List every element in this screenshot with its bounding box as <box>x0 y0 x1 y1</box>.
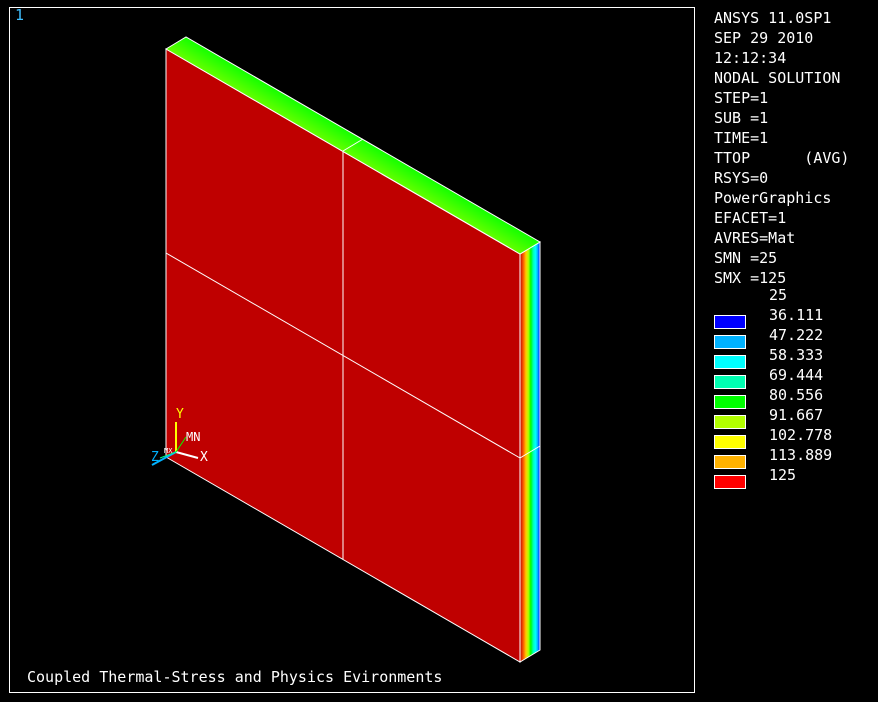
contour-legend: 25 36.111 47.222 58.333 69.444 80.556 91… <box>714 285 878 489</box>
triad-mn-label: MN <box>186 430 200 444</box>
legend-row: 69.444 <box>714 365 878 389</box>
info-efacet: EFACET=1 <box>714 209 787 227</box>
info-date: SEP 29 2010 <box>714 29 814 47</box>
legend-label: 102.778 <box>769 426 833 444</box>
info-item: TTOP (AVG) <box>714 149 850 167</box>
legend-label: 36.111 <box>769 306 824 324</box>
legend-label: 113.889 <box>769 446 833 464</box>
info-step: STEP=1 <box>714 89 769 107</box>
legend-row: 58.333 <box>714 345 878 369</box>
legend-label: 58.333 <box>769 346 824 364</box>
triad-mx-label: MX <box>164 447 173 455</box>
info-solution-type: NODAL SOLUTION <box>714 69 841 87</box>
legend-min-label: 25 <box>769 286 788 304</box>
legend-swatch <box>714 475 746 489</box>
legend-row: 47.222 <box>714 325 878 349</box>
info-panel: ANSYS 11.0SP1 SEP 29 2010 12:12:34 NODAL… <box>714 8 878 288</box>
legend-row: 91.667 <box>714 405 878 429</box>
info-avres: AVRES=Mat <box>714 229 796 247</box>
info-graphics-mode: PowerGraphics <box>714 189 832 207</box>
legend-row: 80.556 <box>714 385 878 409</box>
triad-z-label: Z <box>151 450 159 465</box>
legend-label: 69.444 <box>769 366 824 384</box>
legend-row: 36.111 <box>714 305 878 329</box>
legend-label: 125 <box>769 466 797 484</box>
legend-row: 113.889 <box>714 445 878 469</box>
info-time: 12:12:34 <box>714 49 787 67</box>
legend-label: 47.222 <box>769 326 824 344</box>
info-version: ANSYS 11.0SP1 <box>714 9 832 27</box>
legend-label: 80.556 <box>769 386 824 404</box>
triad-y-label: Y <box>176 407 184 422</box>
info-time-value: TIME=1 <box>714 129 769 147</box>
info-sub: SUB =1 <box>714 109 769 127</box>
legend-row: 102.778 <box>714 425 878 449</box>
plot-title: Coupled Thermal-Stress and Physics Eviro… <box>27 668 443 686</box>
triad-x-label: X <box>200 450 208 465</box>
info-smn: SMN =25 <box>714 249 778 267</box>
info-rsys: RSYS=0 <box>714 169 769 187</box>
legend-label: 91.667 <box>769 406 824 424</box>
legend-row: 125 <box>714 465 878 489</box>
legend-min-row: 25 <box>714 285 878 305</box>
